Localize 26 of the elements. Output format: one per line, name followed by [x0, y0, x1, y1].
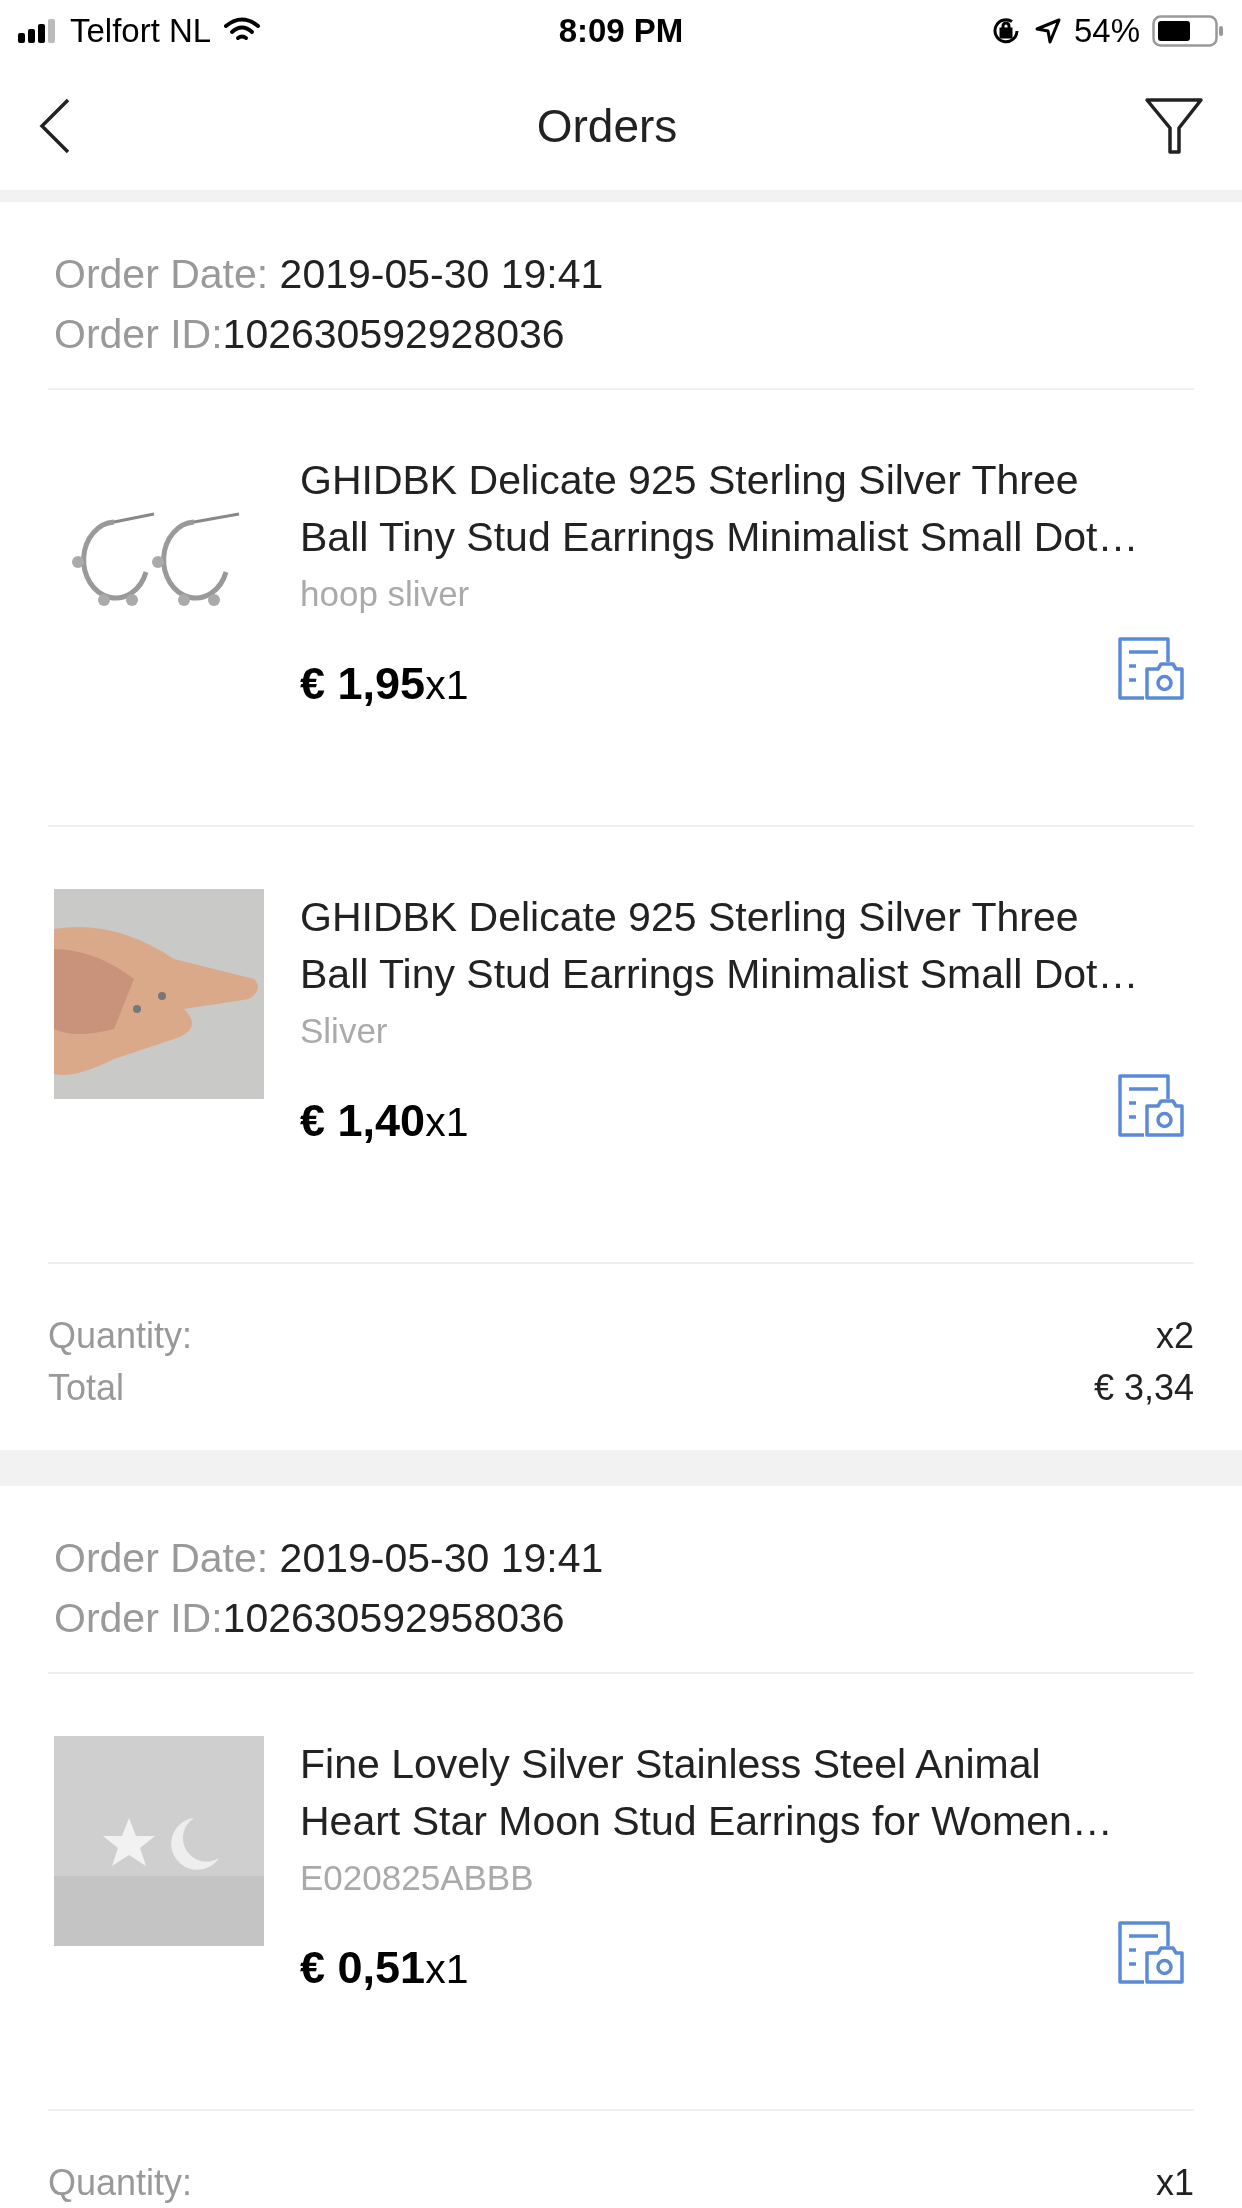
quantity-label: Quantity:: [48, 2161, 193, 2205]
quantity-value: x1: [1155, 2161, 1194, 2205]
page-title: Orders: [536, 99, 678, 153]
product-price: € 1,95x1: [300, 658, 469, 710]
product-title[interactable]: Fine Lovely Silver Stainless Steel Animal Heart Star Moon Stud Earrings for Women…: [300, 1736, 1140, 1850]
location-icon: [1033, 17, 1062, 45]
product-variant: E020825ABBB: [300, 1858, 535, 1898]
status-time: 8:09 PM: [558, 12, 684, 50]
quantity-label: Quantity:: [48, 1314, 193, 1358]
product-variant: hoop sliver: [300, 574, 471, 614]
product-price: € 1,40x1: [300, 1095, 469, 1147]
quantity-value: x2: [1155, 1314, 1194, 1358]
order-date: Order Date: 2019-05-30 19:41: [54, 250, 605, 299]
order-date: Order Date: 2019-05-30 19:41: [54, 1534, 605, 1583]
total-label: Total: [48, 1366, 125, 1410]
signal-icon: [18, 19, 58, 43]
order-id: Order ID:102630592958036: [54, 1594, 566, 1643]
order-id: Order ID:102630592928036: [54, 310, 566, 359]
battery-icon: [1152, 15, 1224, 47]
product-variant: Sliver: [300, 1011, 389, 1051]
battery-percent: 54%: [1073, 12, 1140, 50]
product-title[interactable]: GHIDBK Delicate 925 Sterling Silver Three Ball Tiny Stud Earrings Minimalist Small Dot…: [300, 452, 1140, 566]
product-title[interactable]: GHIDBK Delicate 925 Sterling Silver Three Ball Tiny Stud Earrings Minimalist Small Dot…: [300, 889, 1140, 1003]
product-price: € 0,51x1: [300, 1942, 469, 1994]
total-value: € 3,34: [1093, 1366, 1194, 1410]
carrier-name: Telfort NL: [70, 12, 212, 50]
